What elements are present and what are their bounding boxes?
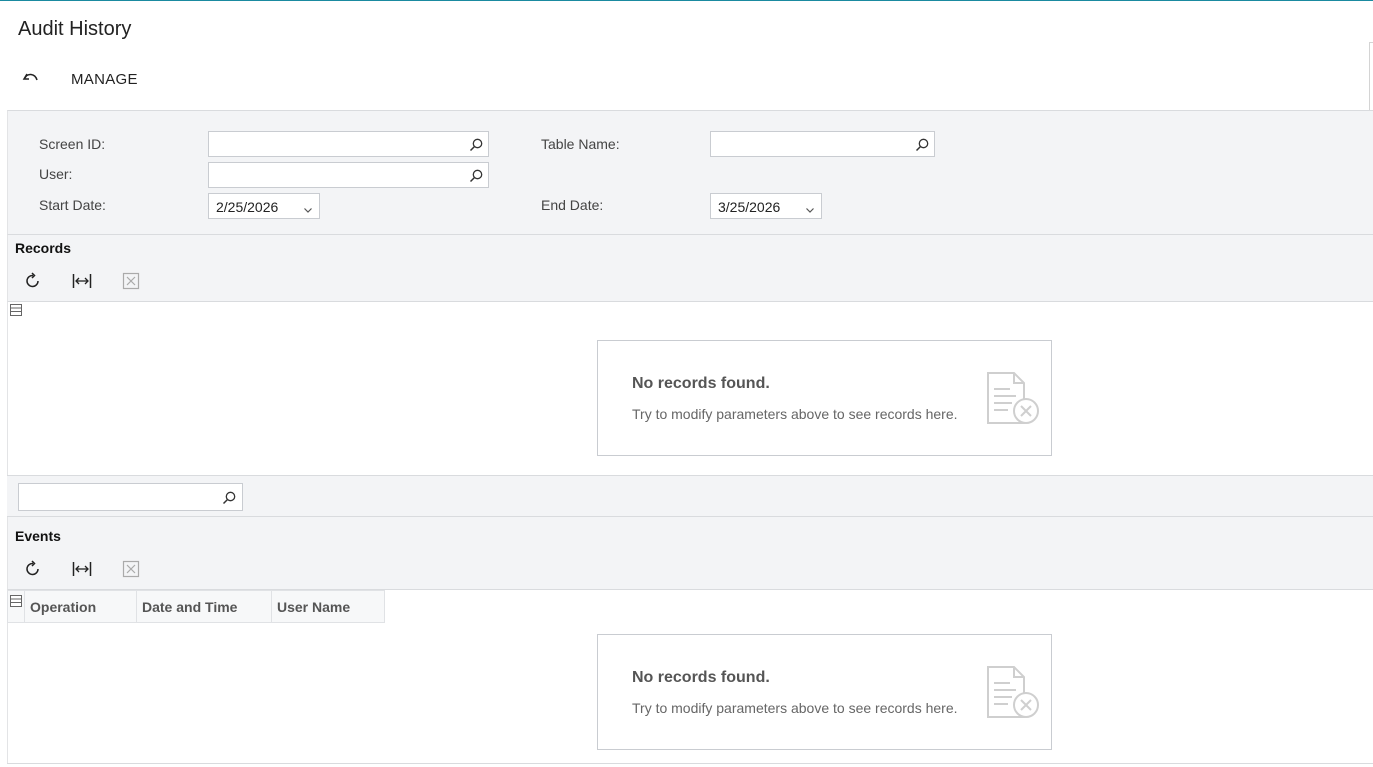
start-date-label: Start Date:	[39, 197, 106, 213]
top-accent-line	[0, 0, 1373, 1]
row-selector-icon[interactable]	[9, 303, 23, 317]
user-label: User:	[39, 166, 73, 182]
records-empty-subtitle: Try to modify parameters above to see re…	[632, 406, 958, 422]
no-records-document-icon	[984, 369, 1044, 429]
end-date-field[interactable]: 3/25/2026	[710, 193, 822, 219]
column-header-operation[interactable]: Operation	[25, 590, 137, 623]
search-icon[interactable]	[468, 168, 484, 184]
fit-columns-icon[interactable]	[72, 271, 92, 291]
user-field[interactable]	[208, 162, 489, 188]
manage-button[interactable]: MANAGE	[71, 71, 138, 88]
records-empty-state: No records found. Try to modify paramete…	[597, 340, 1052, 456]
search-icon[interactable]	[221, 490, 237, 506]
fit-columns-icon[interactable]	[72, 559, 92, 579]
search-icon[interactable]	[468, 137, 484, 153]
page-title: Audit History	[18, 18, 132, 40]
search-icon[interactable]	[914, 137, 930, 153]
start-date-field[interactable]: 2/25/2026	[208, 193, 320, 219]
table-name-label: Table Name:	[541, 136, 620, 152]
start-date-value: 2/25/2026	[216, 199, 279, 215]
records-title: Records	[15, 240, 72, 256]
column-header-date-time[interactable]: Date and Time	[137, 590, 272, 623]
events-title: Events	[15, 528, 61, 544]
records-header: Records	[7, 235, 1373, 302]
search-bar	[7, 475, 1373, 517]
events-empty-subtitle: Try to modify parameters above to see re…	[632, 700, 958, 716]
records-empty-title: No records found.	[632, 375, 770, 392]
end-date-value: 3/25/2026	[718, 199, 781, 215]
chevron-down-icon[interactable]	[303, 202, 313, 213]
export-excel-icon[interactable]	[121, 271, 141, 291]
screen-id-field[interactable]	[208, 131, 489, 157]
chevron-down-icon[interactable]	[805, 202, 815, 213]
export-excel-icon[interactable]	[121, 559, 141, 579]
events-empty-title: No records found.	[632, 669, 770, 686]
search-input[interactable]	[18, 483, 243, 511]
undo-icon[interactable]	[19, 65, 43, 89]
events-header: Events	[7, 517, 1373, 590]
main-toolbar: MANAGE	[0, 62, 1373, 96]
filter-panel: Screen ID: Table Name: User: Start Date:…	[7, 110, 1373, 235]
events-empty-state: No records found. Try to modify paramete…	[597, 634, 1052, 750]
refresh-icon[interactable]	[23, 271, 43, 291]
refresh-icon[interactable]	[23, 559, 43, 579]
table-name-field[interactable]	[710, 131, 935, 157]
no-records-document-icon	[984, 663, 1044, 723]
column-header-user-name[interactable]: User Name	[272, 590, 385, 623]
screen-id-label: Screen ID:	[39, 136, 106, 152]
bottom-divider	[7, 763, 1373, 764]
end-date-label: End Date:	[541, 197, 604, 213]
row-selector-icon[interactable]	[9, 595, 23, 611]
row-selector-header[interactable]	[7, 590, 25, 623]
